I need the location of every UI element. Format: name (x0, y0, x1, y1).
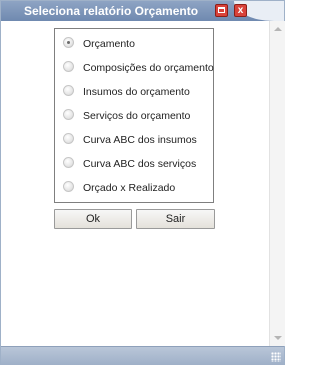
radio-button[interactable] (63, 37, 74, 48)
radio-button[interactable] (63, 109, 74, 120)
radio-button[interactable] (63, 61, 74, 72)
status-bar (1, 346, 284, 365)
radio-label: Orçamento (83, 38, 135, 50)
radio-label: Orçado x Realizado (83, 182, 176, 194)
scroll-down-icon[interactable] (274, 336, 282, 340)
resize-grip-icon[interactable] (271, 352, 281, 362)
maximize-icon[interactable] (215, 4, 228, 17)
radio-button[interactable] (63, 133, 74, 144)
vertical-scrollbar[interactable] (269, 21, 285, 346)
radio-label: Insumos do orçamento (83, 86, 190, 98)
scroll-up-icon[interactable] (274, 27, 282, 31)
report-dialog: Seleciona relatório Orçamento x Orçament… (0, 0, 285, 365)
ok-button[interactable]: Ok (54, 209, 132, 229)
close-icon[interactable]: x (234, 4, 247, 17)
sair-button[interactable]: Sair (136, 209, 215, 229)
radio-button[interactable] (63, 157, 74, 168)
window-title: Seleciona relatório Orçamento (23, 4, 199, 18)
radio-label: Curva ABC dos serviços (83, 158, 197, 170)
title-bar[interactable]: Seleciona relatório Orçamento x (1, 1, 284, 21)
radio-button[interactable] (63, 181, 74, 192)
radio-label: Curva ABC dos insumos (83, 134, 197, 146)
radio-label: Composições do orçamento (83, 62, 214, 74)
radio-label: Serviços do orçamento (83, 110, 191, 122)
radio-button[interactable] (63, 85, 74, 96)
report-options-group: Orçamento Composições do orçamento Insum… (54, 28, 214, 203)
